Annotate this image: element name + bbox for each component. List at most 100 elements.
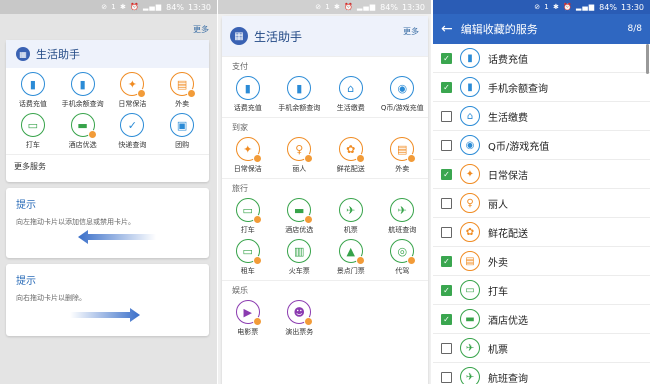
service-label: 电影票 xyxy=(237,328,259,336)
ticket-icon: ✈ xyxy=(460,338,480,358)
service-row[interactable]: ⌂ 生活缴费 xyxy=(433,102,650,131)
back-arrow-icon[interactable]: ← xyxy=(441,21,453,37)
service-item[interactable]: ▤ 外卖 xyxy=(157,72,207,109)
service-row[interactable]: ✓ ▭ 打车 xyxy=(433,276,650,305)
service-item[interactable]: ▤ 外卖 xyxy=(377,137,429,174)
more-link[interactable]: 更多 xyxy=(403,26,419,37)
service-item[interactable]: ♀ 丽人 xyxy=(274,137,326,174)
service-label: 景点门票 xyxy=(336,267,365,275)
service-item[interactable]: ✓ 快递查询 xyxy=(108,113,158,150)
icon-glyph: ♀ xyxy=(295,142,304,156)
service-item[interactable]: ▬ 酒店优选 xyxy=(274,198,326,235)
life-assistant-card[interactable]: ▦ 生活助手 ▮ 话费充值 ▮ 手机余额查询 ✦ 日常保洁 ▤ 外卖 ▭ 打车 ▬ 酒店优选 ✓ 快递查询… xyxy=(6,40,209,182)
service-item[interactable]: ▭ 租车 xyxy=(222,239,274,276)
icon-glyph: ✦ xyxy=(127,77,137,91)
service-item[interactable]: ▮ 手机余额查询 xyxy=(58,72,108,109)
service-item[interactable]: ▮ 话费充值 xyxy=(8,72,58,109)
app-bar: ← 编辑收藏的服务 8/8 xyxy=(433,14,650,44)
tip-title: 提示 xyxy=(16,276,36,287)
service-row[interactable]: ✈ 机票 xyxy=(433,334,650,363)
service-item[interactable]: ✦ 日常保洁 xyxy=(108,72,158,109)
more-services-link[interactable]: 更多服务 xyxy=(6,154,209,178)
service-label: 外卖 xyxy=(175,100,190,108)
house-icon: ⌂ xyxy=(460,106,480,126)
service-item[interactable]: ▭ 打车 xyxy=(222,198,274,235)
icon-glyph: ▮ xyxy=(467,81,473,93)
service-label: 鲜花配送 xyxy=(488,228,528,240)
icon-glyph: ▬ xyxy=(294,203,305,217)
service-row[interactable]: ◉ Q币/游戏充值 xyxy=(433,131,650,160)
service-row[interactable]: ♀ 丽人 xyxy=(433,189,650,218)
page-title: 编辑收藏的服务 xyxy=(460,23,538,36)
service-label: 打车 xyxy=(240,226,255,234)
service-item[interactable]: ✈ 航班查询 xyxy=(377,198,429,235)
service-item[interactable]: ⌂ 生活缴费 xyxy=(325,76,377,113)
service-label: 酒店优选 xyxy=(285,226,314,234)
plane-icon: ✈ xyxy=(390,198,415,222)
checkbox-unchecked[interactable] xyxy=(441,371,452,383)
status-bar: ⊘ 1 ✱ ⏰ ▂▄▆ 84% 13:30 xyxy=(433,0,650,14)
rental-car-icon: ▭ xyxy=(235,239,262,265)
badge-icon xyxy=(187,89,197,98)
section-grid: ▮ 话费充值 ▮ 手机余额查询 ⌂ 生活缴费 ◉ Q币/游戏充值 xyxy=(222,74,428,117)
badge-icon xyxy=(252,154,262,163)
checkbox-checked[interactable]: ✓ xyxy=(441,168,452,180)
checkbox-checked[interactable]: ✓ xyxy=(441,313,452,325)
service-item[interactable]: ▲ 景点门票 xyxy=(325,239,377,276)
service-row[interactable]: ✓ ▮ 话费充值 xyxy=(433,44,650,73)
badge-icon xyxy=(252,317,262,326)
checkbox-checked[interactable]: ✓ xyxy=(441,284,452,296)
service-item[interactable]: ▥ 火车票 xyxy=(274,239,326,276)
service-label: 手机余额查询 xyxy=(278,104,321,112)
service-grid: ▮ 话费充值 ▮ 手机余额查询 ✦ 日常保洁 ▤ 外卖 ▭ 打车 ▬ 酒店优选 ✓ 快递查询 ▣ 团购 xyxy=(6,68,209,154)
icon-glyph: ◉ xyxy=(465,139,475,151)
service-item[interactable]: ▶ 电影票 xyxy=(222,300,274,337)
service-item[interactable]: ◎ 代驾 xyxy=(377,239,429,276)
checkbox-unchecked[interactable] xyxy=(441,197,452,209)
service-row[interactable]: ✓ ✦ 日常保洁 xyxy=(433,160,650,189)
checkbox-unchecked[interactable] xyxy=(441,139,452,151)
service-row[interactable]: ✓ ▮ 手机余额查询 xyxy=(433,73,650,102)
more-link[interactable]: 更多 xyxy=(193,24,209,35)
service-row[interactable]: ✓ ▬ 酒店优选 xyxy=(433,305,650,334)
checkbox-unchecked[interactable] xyxy=(441,342,452,354)
hotel-icon: ▬ xyxy=(460,309,480,329)
service-item[interactable]: ✈ 机票 xyxy=(325,198,377,235)
status-icons: ⊘ 1 ✱ ⏰ ▂▄▆ xyxy=(101,3,163,11)
service-item[interactable]: ◉ Q币/游戏充值 xyxy=(377,76,429,113)
service-label: 团购 xyxy=(175,141,190,149)
service-label: 手机余额查询 xyxy=(61,100,104,108)
service-item[interactable]: ▮ 话费充值 xyxy=(222,76,274,113)
icon-glyph: ▮ xyxy=(467,52,473,64)
checkbox-checked[interactable]: ✓ xyxy=(441,255,452,267)
movie-icon: ▶ xyxy=(235,300,262,326)
tip-card-right[interactable]: 提示 向右拖动卡片以删除。 xyxy=(6,264,209,336)
checkbox-checked[interactable]: ✓ xyxy=(441,52,452,64)
section-label: 支付 xyxy=(222,56,428,74)
checkbox-unchecked[interactable] xyxy=(441,110,452,122)
service-item[interactable]: ☻ 演出票务 xyxy=(274,300,326,337)
service-item[interactable]: ✿ 鲜花配送 xyxy=(325,137,377,174)
service-item[interactable]: ▮ 手机余额查询 xyxy=(274,76,326,113)
service-row[interactable]: ✿ 鲜花配送 xyxy=(433,218,650,247)
service-row[interactable]: ✈ 航班查询 xyxy=(433,363,650,384)
life-assistant-expanded-card[interactable]: ▦ 生活助手 支付 ▮ 话费充值 ▮ 手机余额查询 ⌂ 生活缴费 ◉ Q币/游戏充值 到家 ✦ 日常保… xyxy=(222,16,428,384)
takeout-icon: ▤ xyxy=(390,137,417,163)
icon-glyph: ▬ xyxy=(465,313,475,325)
service-item[interactable]: ▣ 团购 xyxy=(157,113,207,150)
scrollbar[interactable] xyxy=(646,44,649,74)
icon-glyph: ▥ xyxy=(294,244,305,258)
tip-card-left[interactable]: 提示 向左拖动卡片以添加信息或禁用卡片。 xyxy=(6,188,209,258)
tip-text: 向左拖动卡片以添加信息或禁用卡片。 xyxy=(16,218,135,226)
taxi-icon: ▭ xyxy=(235,198,262,224)
checkbox-unchecked[interactable] xyxy=(441,226,452,238)
icon-glyph: ✈ xyxy=(465,371,475,383)
service-row[interactable]: ✓ ▤ 外卖 xyxy=(433,247,650,276)
checkbox-checked[interactable]: ✓ xyxy=(441,81,452,93)
service-item[interactable]: ▬ 酒店优选 xyxy=(58,113,108,150)
service-label: 机票 xyxy=(343,226,358,234)
service-item[interactable]: ▭ 打车 xyxy=(8,113,58,150)
service-label: 酒店优选 xyxy=(68,141,97,149)
service-item[interactable]: ✦ 日常保洁 xyxy=(222,137,274,174)
service-label: 日常保洁 xyxy=(118,100,147,108)
